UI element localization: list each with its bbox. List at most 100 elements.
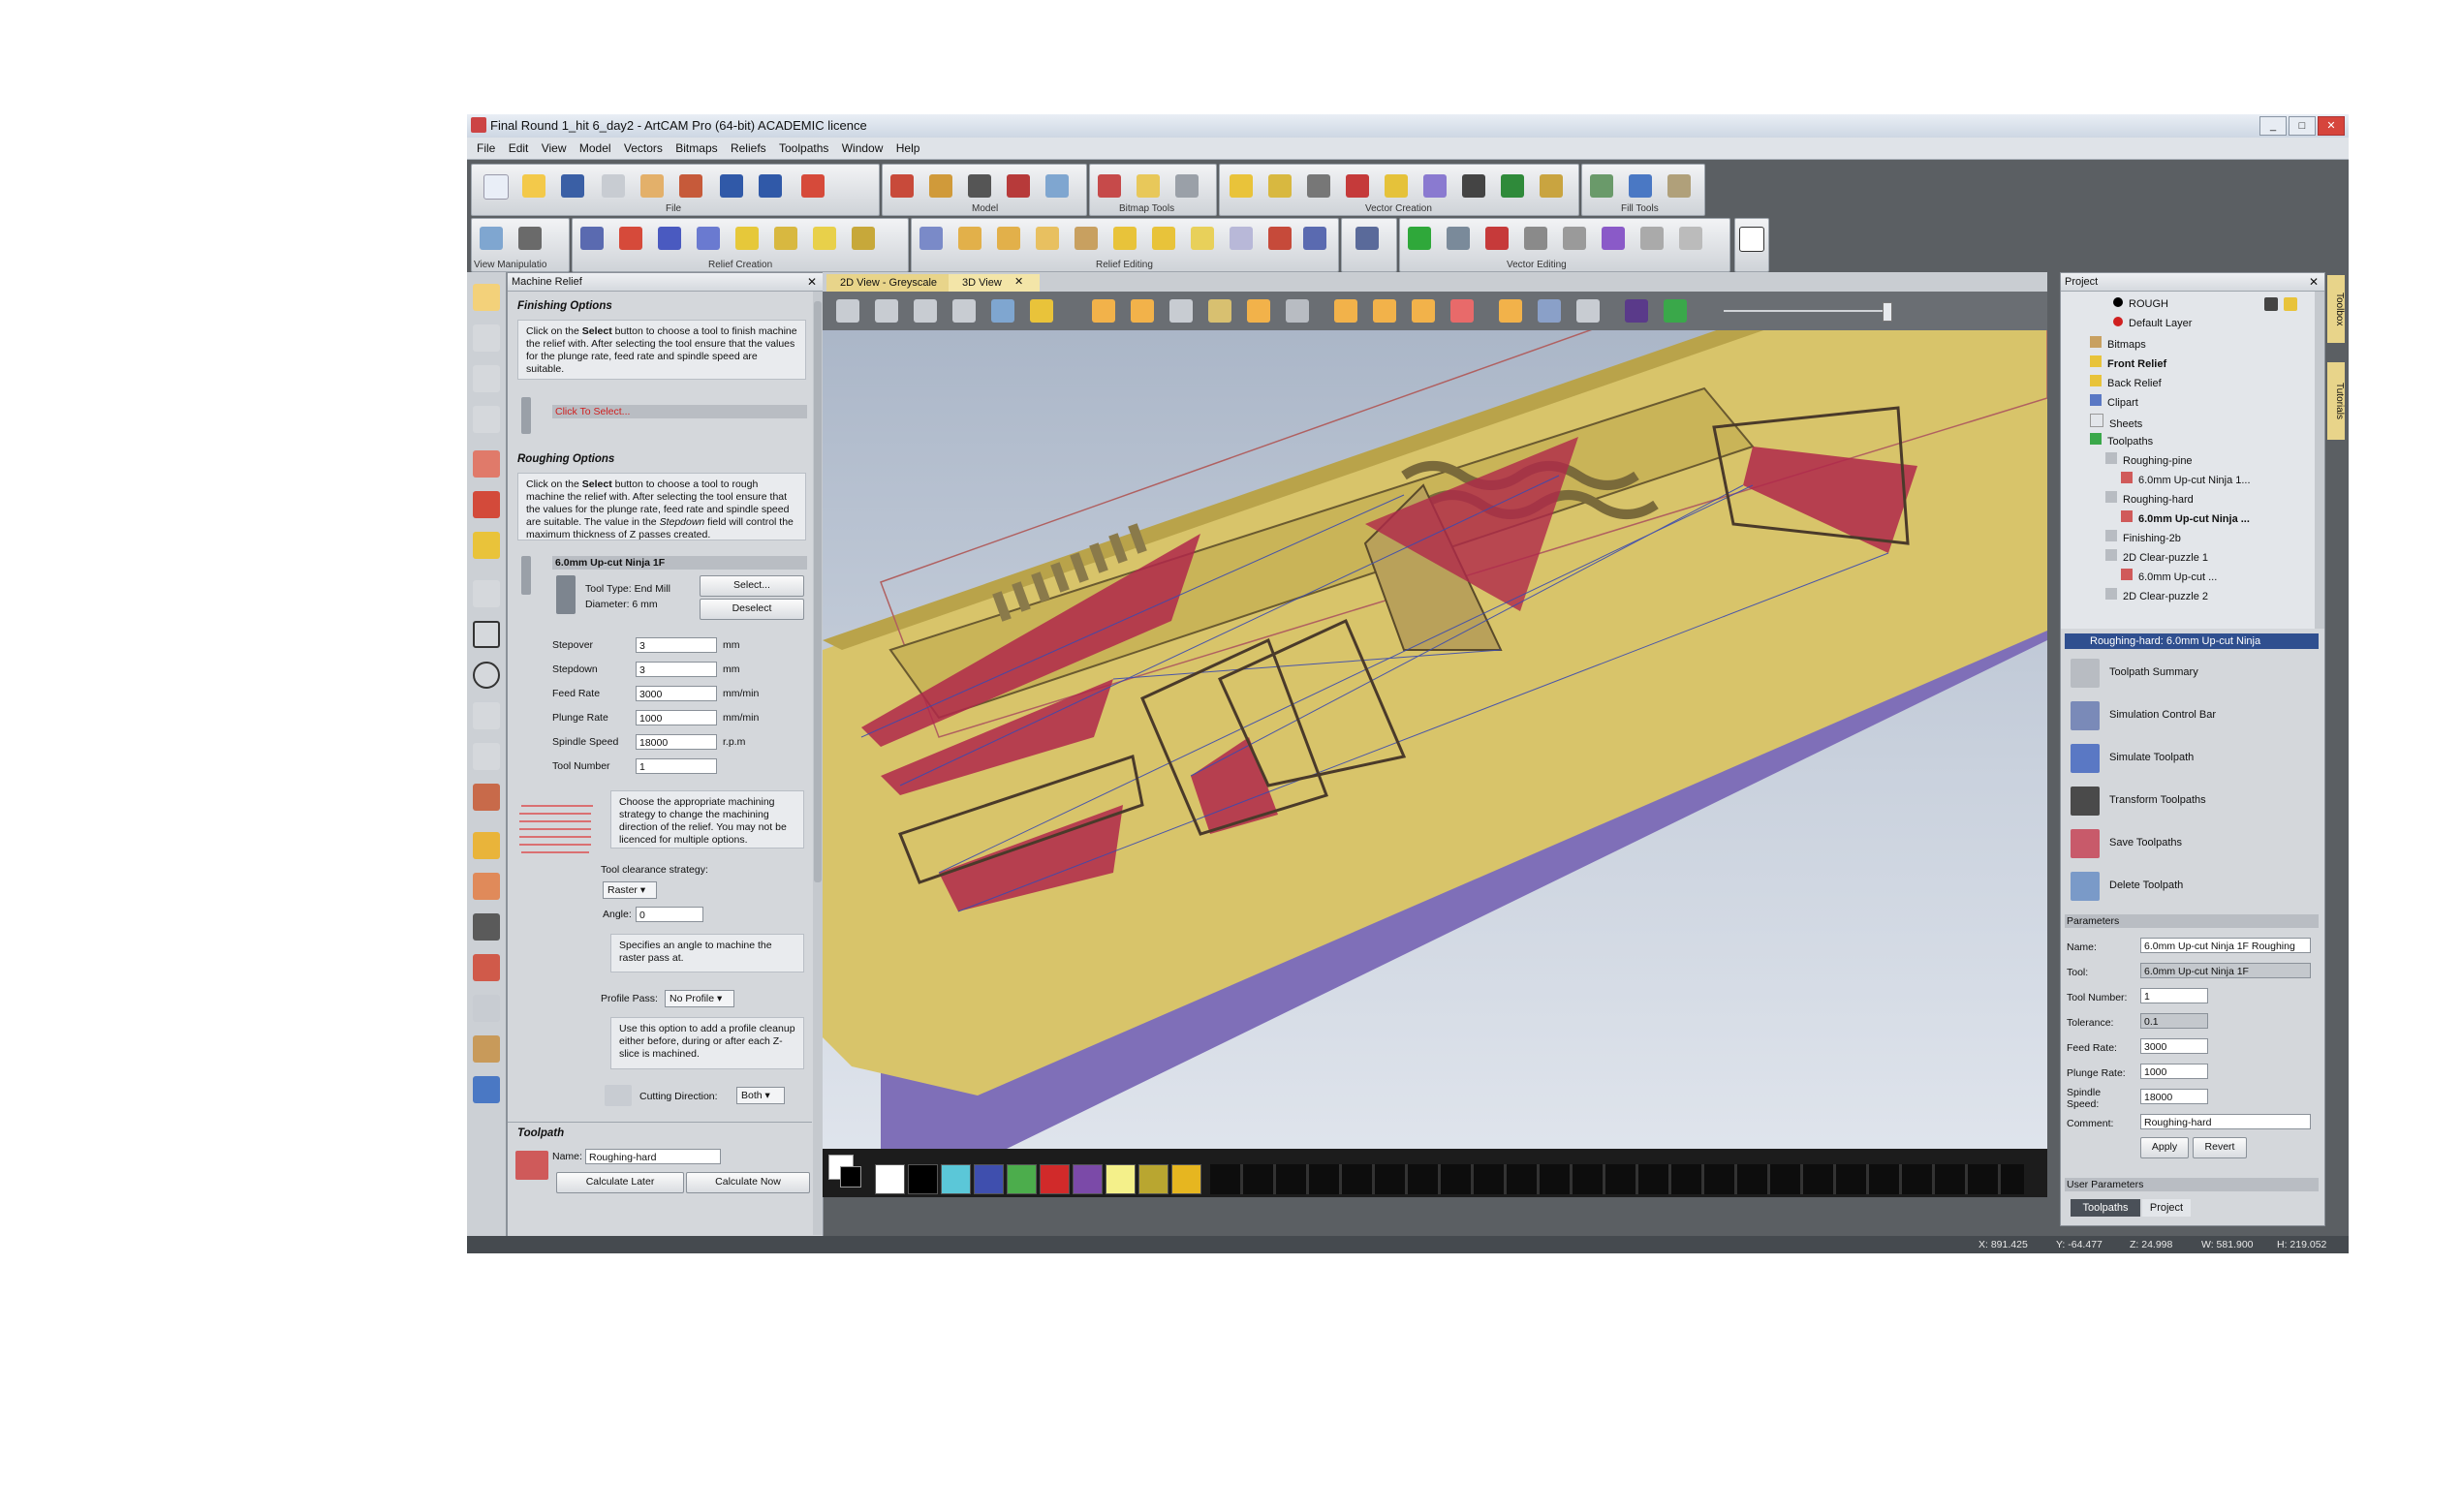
tree-row-roughing-hard-tool[interactable]: 6.0mm Up-cut Ninja ...	[2121, 510, 2250, 526]
plunge-rate-input[interactable]: 1000	[636, 710, 717, 725]
bitmap-tool-1-icon[interactable]	[1098, 174, 1121, 198]
settings-gear-icon[interactable]	[1576, 299, 1600, 323]
vector-edit-6-icon[interactable]	[1602, 227, 1625, 250]
relief-edit-5-icon[interactable]	[1075, 227, 1098, 250]
zoom-icon[interactable]	[991, 299, 1014, 323]
secondary-colour-swatch[interactable]	[840, 1166, 861, 1188]
tutorials-side-tab[interactable]: Tutorials	[2327, 362, 2345, 440]
cutting-direction-select[interactable]: Both ▾	[736, 1087, 785, 1104]
vector-tool-2-icon[interactable]	[1268, 174, 1292, 198]
block-icon[interactable]	[1286, 299, 1309, 323]
deselect-tool-button[interactable]: Deselect	[700, 599, 804, 620]
smooth-icon[interactable]	[473, 832, 500, 859]
colour-swatch-white[interactable]	[875, 1164, 905, 1194]
fill-tool-1-icon[interactable]	[1590, 174, 1613, 198]
spindle-speed-input[interactable]: 18000	[636, 734, 717, 750]
tree-row-front-relief[interactable]: Front Relief	[2090, 355, 2166, 371]
close-button[interactable]: ✕	[2318, 116, 2345, 136]
cut-icon[interactable]	[602, 174, 625, 198]
polyline-icon[interactable]	[473, 580, 500, 607]
paint-icon[interactable]	[473, 491, 500, 518]
bitmap-tool-3-icon[interactable]	[1175, 174, 1199, 198]
tab-2d-view[interactable]: 2D View - Greyscale	[826, 274, 956, 292]
model-mesh-icon[interactable]	[1045, 174, 1069, 198]
menu-model[interactable]: Model	[579, 141, 611, 155]
menu-help[interactable]: Help	[896, 141, 920, 155]
redo-icon[interactable]	[759, 174, 782, 198]
relief-edit-10-icon[interactable]	[1268, 227, 1292, 250]
vector-tool-8-icon[interactable]	[1501, 174, 1524, 198]
relief-create-6-icon[interactable]	[774, 227, 797, 250]
param-feed-rate-input[interactable]: 3000	[2140, 1038, 2208, 1054]
toolpath-tool-icon[interactable]	[473, 1076, 500, 1103]
delete-toolpath-link[interactable]: Delete Toolpath	[2109, 879, 2183, 891]
menu-file[interactable]: File	[477, 141, 495, 155]
project-close-icon[interactable]: ✕	[2309, 273, 2319, 291]
draw-toolpath-icon[interactable]	[1208, 299, 1231, 323]
vector-edit-8-icon[interactable]	[1679, 227, 1702, 250]
user-parameters-header[interactable]: User Parameters	[2065, 1178, 2319, 1191]
sim-block-icon[interactable]	[1499, 299, 1522, 323]
transform-icon[interactable]	[473, 365, 500, 392]
brightness-slider[interactable]	[1724, 302, 1892, 322]
view-pan-icon[interactable]	[518, 227, 542, 250]
toolpath-summary-link[interactable]: Toolpath Summary	[2109, 666, 2198, 678]
menu-vectors[interactable]: Vectors	[624, 141, 663, 155]
colour-swatch-blue[interactable]	[974, 1164, 1004, 1194]
menu-view[interactable]: View	[542, 141, 567, 155]
calculate-now-button[interactable]: Calculate Now	[686, 1172, 810, 1193]
tool-number-input[interactable]: 1	[636, 758, 717, 774]
transform-toolpaths-icon[interactable]	[2071, 787, 2100, 816]
param-comment-input[interactable]: Roughing-hard	[2140, 1114, 2311, 1129]
back-relief-icon[interactable]	[1450, 299, 1474, 323]
vector-tool-3-icon[interactable]	[1307, 174, 1330, 198]
copy-icon[interactable]	[640, 174, 664, 198]
tree-row-toolpaths[interactable]: Toolpaths	[2090, 433, 2153, 448]
colour-swatch-red[interactable]	[1040, 1164, 1070, 1194]
paint-brush-icon[interactable]	[1538, 299, 1561, 323]
circle-icon[interactable]	[473, 662, 500, 689]
tab-close-icon[interactable]: ✕	[1014, 275, 1023, 288]
view-fit-icon[interactable]	[480, 227, 503, 250]
3d-view-canvas[interactable]	[823, 292, 2047, 1149]
vector-edit-1-icon[interactable]	[1408, 227, 1431, 250]
relief-edit-3-icon[interactable]	[997, 227, 1020, 250]
save-toolpaths-link[interactable]: Save Toolpaths	[2109, 837, 2182, 849]
profile-pass-select[interactable]: No Profile ▾	[665, 990, 734, 1007]
new-file-icon[interactable]	[483, 174, 509, 200]
material-icon[interactable]	[1247, 299, 1270, 323]
edit-icon[interactable]	[801, 174, 825, 198]
angle-input[interactable]: 0	[636, 907, 703, 922]
relief-create-5-icon[interactable]	[735, 227, 759, 250]
view-side-icon[interactable]	[914, 299, 937, 323]
model-size-icon[interactable]	[890, 174, 914, 198]
pen-icon[interactable]	[473, 450, 500, 478]
tab-project[interactable]: Project	[2142, 1199, 2191, 1217]
relief-edit-9-icon[interactable]	[1230, 227, 1253, 250]
nesting-icon[interactable]	[1462, 174, 1485, 198]
menu-window[interactable]: Window	[842, 141, 884, 155]
colour-swatch-purple[interactable]	[1073, 1164, 1103, 1194]
empty-swatches[interactable]	[1210, 1164, 2024, 1194]
save-toolpaths-icon[interactable]	[2071, 829, 2100, 858]
tree-row-rough[interactable]: ROUGH	[2113, 297, 2168, 311]
select-box-icon[interactable]	[1739, 227, 1764, 252]
relief-create-4-icon[interactable]	[697, 227, 720, 250]
model-origin-icon[interactable]	[929, 174, 952, 198]
knife-icon[interactable]	[473, 954, 500, 981]
eraser-icon[interactable]	[473, 995, 500, 1022]
lock-icon[interactable]	[2284, 297, 2297, 311]
relief-create-8-icon[interactable]	[852, 227, 875, 250]
param-plunge-rate-input[interactable]: 1000	[2140, 1064, 2208, 1079]
vector-tool-4-icon[interactable]	[1346, 174, 1369, 198]
tree-row-default-layer[interactable]: Default Layer	[2113, 317, 2192, 330]
colour-diamond-icon[interactable]	[1625, 299, 1648, 323]
toolpath-name-input[interactable]: Roughing-hard	[585, 1149, 721, 1164]
vector-tool-1-icon[interactable]	[1230, 174, 1253, 198]
axes-icon[interactable]	[1131, 299, 1154, 323]
scale-icon[interactable]	[473, 406, 500, 433]
transform-toolpaths-link[interactable]: Transform Toolpaths	[2109, 794, 2206, 806]
colour-swatch-black[interactable]	[908, 1164, 938, 1194]
relief-edit-4-icon[interactable]	[1036, 227, 1059, 250]
simulation-control-bar-link[interactable]: Simulation Control Bar	[2109, 709, 2216, 721]
